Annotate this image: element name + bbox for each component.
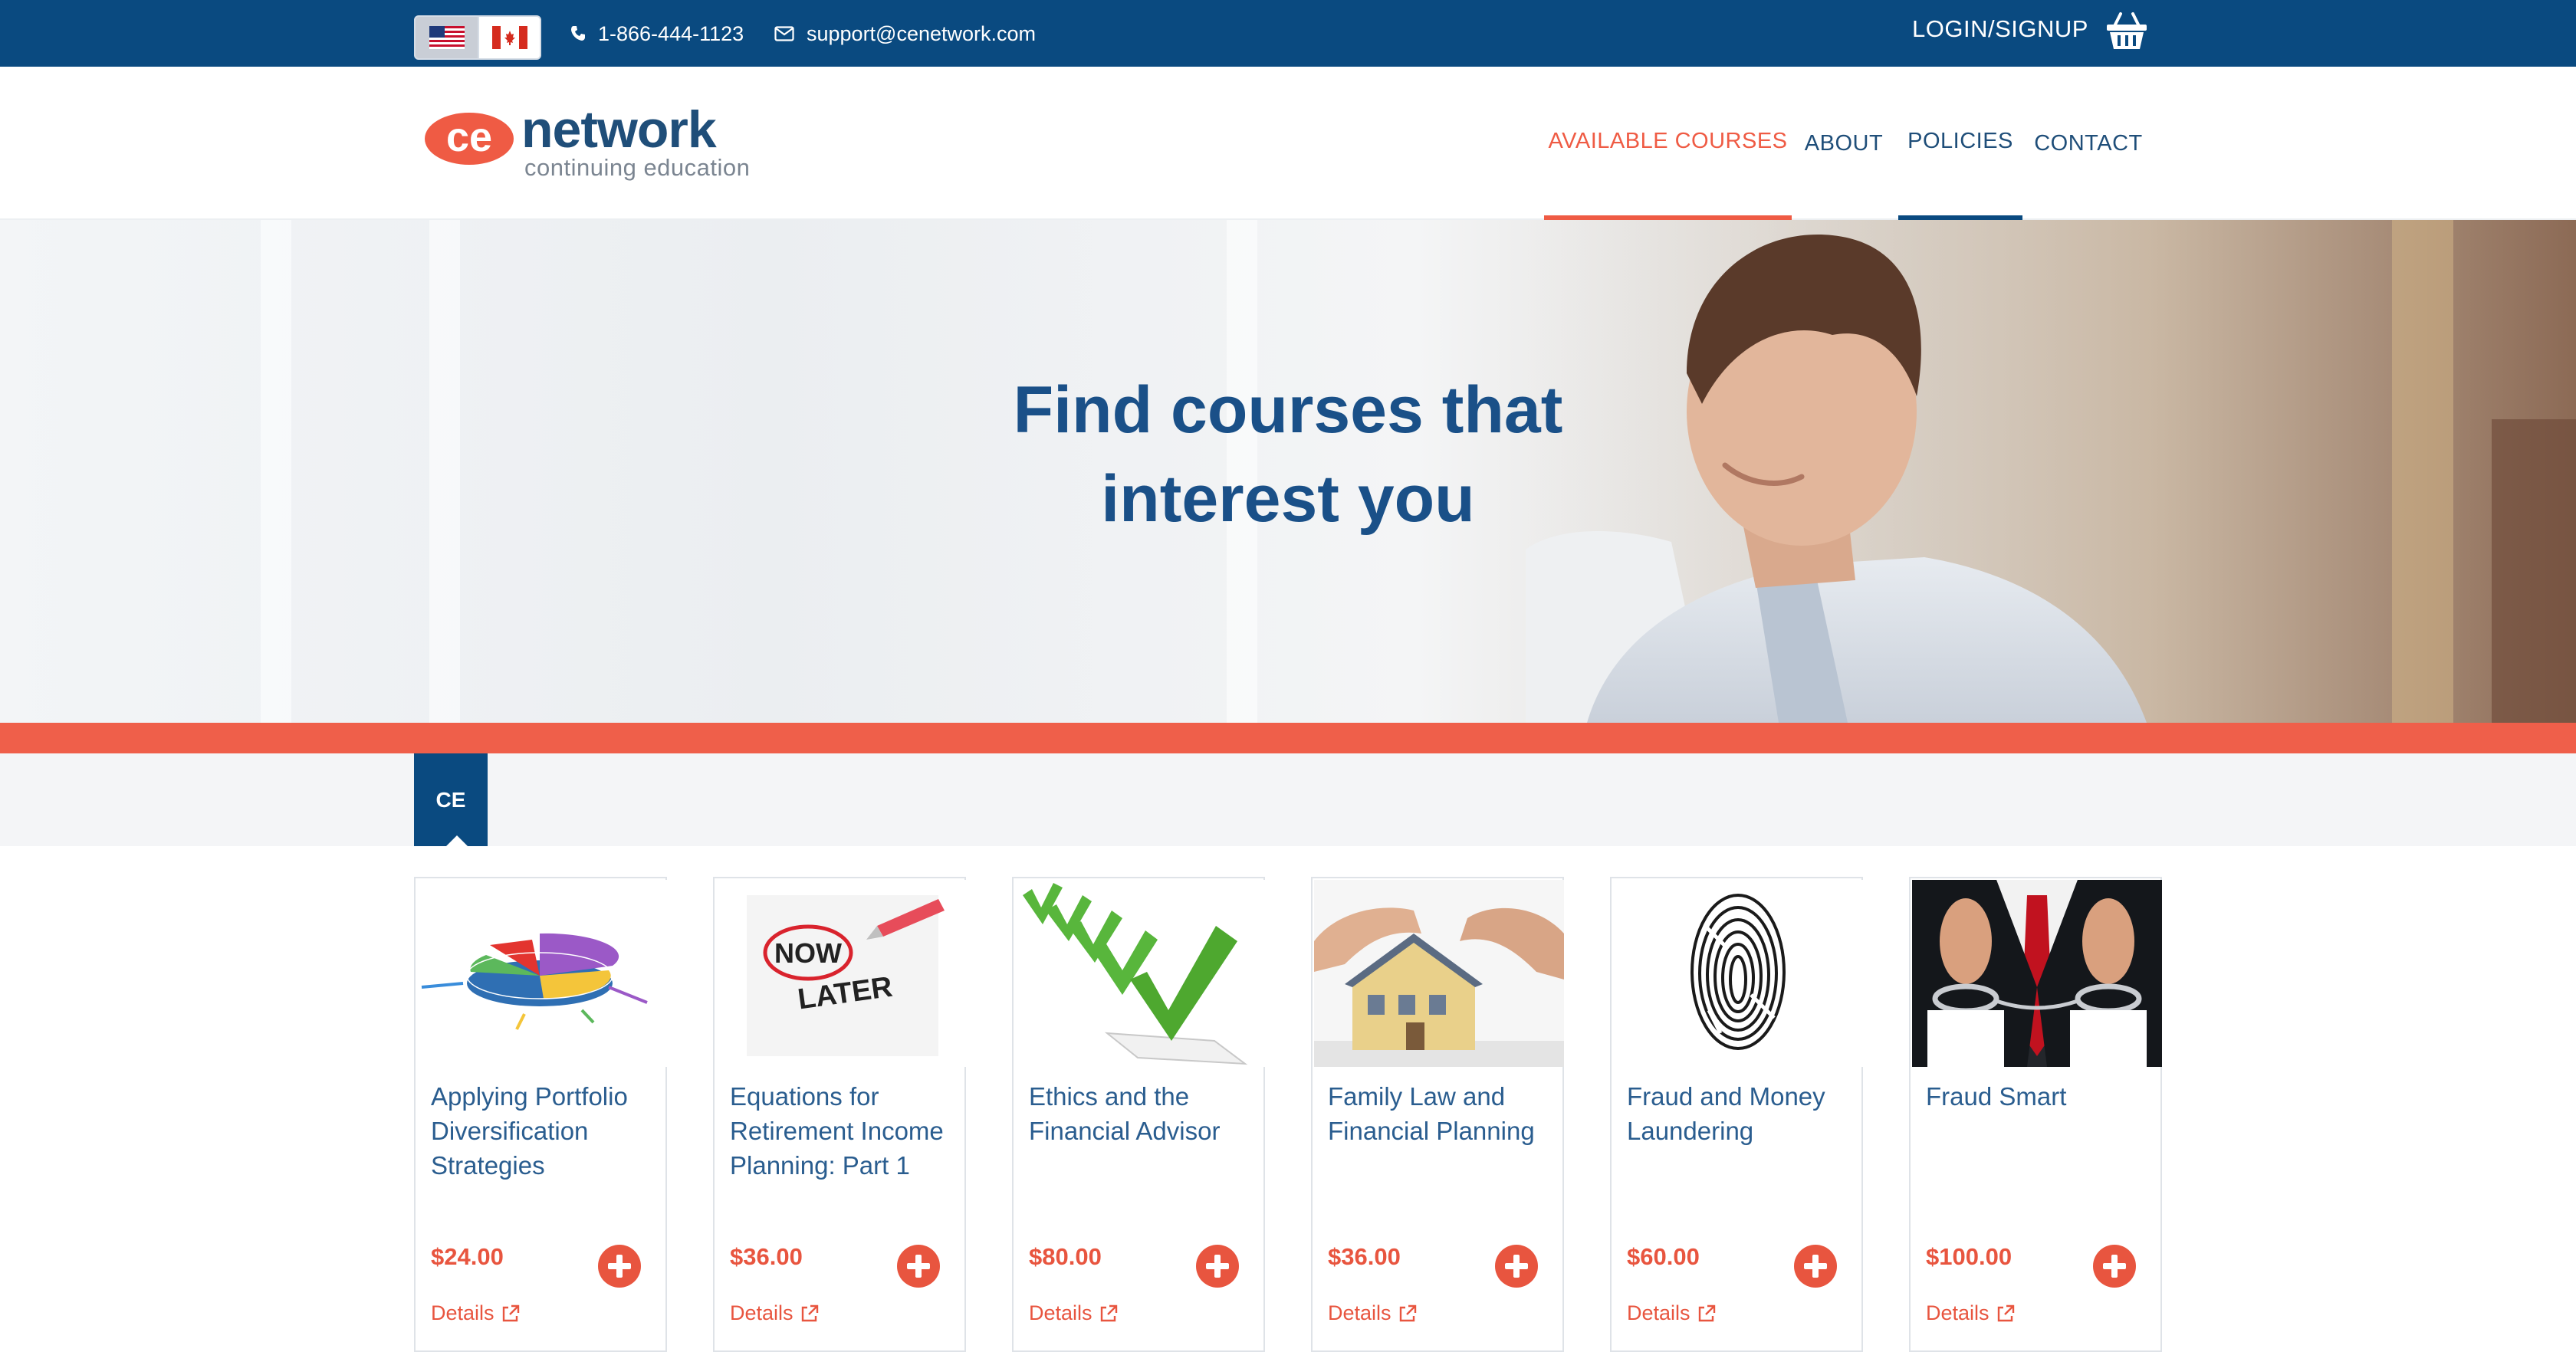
hero-headline-line-2: interest you bbox=[1101, 462, 1475, 536]
site-header: ce network continuing education AVAILABL… bbox=[0, 67, 2576, 220]
external-link-icon bbox=[1997, 1304, 2014, 1321]
external-link-icon bbox=[502, 1304, 519, 1321]
hero-window-blind bbox=[261, 220, 291, 723]
course-card[interactable]: NOW LATER Equations for Retirement Incom… bbox=[713, 877, 966, 1352]
details-link[interactable]: Details bbox=[730, 1301, 820, 1325]
external-link-icon bbox=[1698, 1304, 1715, 1321]
hero-window-blind bbox=[429, 220, 460, 723]
course-card[interactable]: Fraud and Money Laundering $60.00 Detail… bbox=[1610, 877, 1863, 1352]
nav-available-courses[interactable]: AVAILABLE COURSES bbox=[1544, 67, 1792, 220]
course-card[interactable]: Ethics and the Financial Advisor $80.00 … bbox=[1012, 877, 1265, 1352]
course-grid: Applying Portfolio Diversification Strat… bbox=[414, 877, 2164, 1352]
tab-ce[interactable]: CE bbox=[414, 753, 488, 846]
details-label: Details bbox=[431, 1301, 495, 1324]
flag-us-icon bbox=[429, 26, 465, 49]
shopping-basket-icon[interactable] bbox=[2105, 11, 2148, 51]
nav-contact[interactable]: CONTACT bbox=[2029, 67, 2148, 220]
course-title[interactable]: Ethics and the Financial Advisor bbox=[1029, 1079, 1259, 1148]
add-to-cart-button[interactable] bbox=[2093, 1245, 2136, 1288]
course-title[interactable]: Fraud Smart bbox=[1926, 1079, 2156, 1114]
external-link-icon bbox=[1100, 1304, 1117, 1321]
course-card[interactable]: Fraud Smart $100.00 Details bbox=[1909, 877, 2162, 1352]
course-price: $36.00 bbox=[1328, 1243, 1401, 1270]
course-price: $60.00 bbox=[1627, 1243, 1700, 1270]
course-card[interactable]: Family Law and Financial Planning $36.00… bbox=[1311, 877, 1564, 1352]
active-tab-caret-icon bbox=[446, 835, 468, 846]
nav-about[interactable]: ABOUT bbox=[1796, 67, 1892, 220]
details-label: Details bbox=[1627, 1301, 1691, 1324]
now-later-image: NOW LATER bbox=[716, 880, 966, 1067]
add-to-cart-button[interactable] bbox=[598, 1245, 641, 1288]
top-bar: 1-866-444-1123 support@cenetwork.com LOG… bbox=[0, 0, 2576, 67]
details-link[interactable]: Details bbox=[1926, 1301, 2016, 1325]
external-link-icon bbox=[1399, 1304, 1416, 1321]
details-label: Details bbox=[1926, 1301, 1990, 1324]
phone-number: 1-866-444-1123 bbox=[598, 21, 744, 45]
flag-us-button[interactable] bbox=[416, 17, 478, 58]
country-switcher bbox=[414, 15, 541, 60]
hero-accent-band bbox=[0, 723, 2576, 753]
details-label: Details bbox=[1029, 1301, 1092, 1324]
hero-headline-line-1: Find courses that bbox=[1013, 373, 1563, 447]
details-link[interactable]: Details bbox=[1627, 1301, 1717, 1325]
course-price: $36.00 bbox=[730, 1243, 803, 1270]
course-title[interactable]: Applying Portfolio Diversification Strat… bbox=[431, 1079, 661, 1183]
flag-canada-icon bbox=[491, 26, 527, 49]
logo-tagline: continuing education bbox=[524, 154, 751, 181]
house-hands-image bbox=[1314, 880, 1564, 1067]
phone-icon bbox=[571, 26, 585, 41]
course-card[interactable]: Applying Portfolio Diversification Strat… bbox=[414, 877, 667, 1352]
handcuffs-image bbox=[1912, 880, 2162, 1067]
details-link[interactable]: Details bbox=[1328, 1301, 1418, 1325]
hero-headline: Find courses that interest you bbox=[905, 366, 1671, 543]
add-to-cart-button[interactable] bbox=[897, 1245, 940, 1288]
ce-logo-mark: ce bbox=[425, 113, 514, 165]
login-signup-link[interactable]: LOGIN/SIGNUP bbox=[1912, 15, 2088, 43]
email-address: support@cenetwork.com bbox=[807, 21, 1037, 45]
details-label: Details bbox=[730, 1301, 794, 1324]
svg-text:NOW: NOW bbox=[774, 937, 842, 969]
logo-mark-text: ce bbox=[446, 114, 492, 160]
checkmarks-image bbox=[1015, 880, 1265, 1067]
course-title[interactable]: Fraud and Money Laundering bbox=[1627, 1079, 1857, 1148]
email-contact[interactable]: support@cenetwork.com bbox=[774, 18, 1036, 49]
envelope-icon bbox=[774, 26, 794, 41]
category-tab-strip: CE bbox=[0, 753, 2576, 846]
cenetwork-logo[interactable]: ce network continuing education bbox=[423, 103, 784, 183]
add-to-cart-button[interactable] bbox=[1196, 1245, 1239, 1288]
pie-chart-image bbox=[417, 880, 667, 1067]
add-to-cart-button[interactable] bbox=[1794, 1245, 1837, 1288]
course-price: $24.00 bbox=[431, 1243, 504, 1270]
details-label: Details bbox=[1328, 1301, 1392, 1324]
phone-contact[interactable]: 1-866-444-1123 bbox=[570, 18, 744, 49]
nav-policies[interactable]: POLICIES bbox=[1898, 67, 2022, 220]
flag-canada-button[interactable] bbox=[478, 17, 540, 58]
hero-banner: Find courses that interest you bbox=[0, 220, 2576, 723]
details-link[interactable]: Details bbox=[431, 1301, 521, 1325]
course-price: $80.00 bbox=[1029, 1243, 1102, 1270]
details-link[interactable]: Details bbox=[1029, 1301, 1119, 1325]
course-price: $100.00 bbox=[1926, 1243, 2013, 1270]
fingerprint-image bbox=[1613, 880, 1863, 1067]
logo-name: network bbox=[521, 100, 717, 159]
add-to-cart-button[interactable] bbox=[1495, 1245, 1538, 1288]
course-title[interactable]: Equations for Retirement Income Planning… bbox=[730, 1079, 960, 1183]
course-title[interactable]: Family Law and Financial Planning bbox=[1328, 1079, 1558, 1148]
hero-man-laptop-image bbox=[1526, 220, 2576, 723]
external-link-icon bbox=[801, 1304, 818, 1321]
